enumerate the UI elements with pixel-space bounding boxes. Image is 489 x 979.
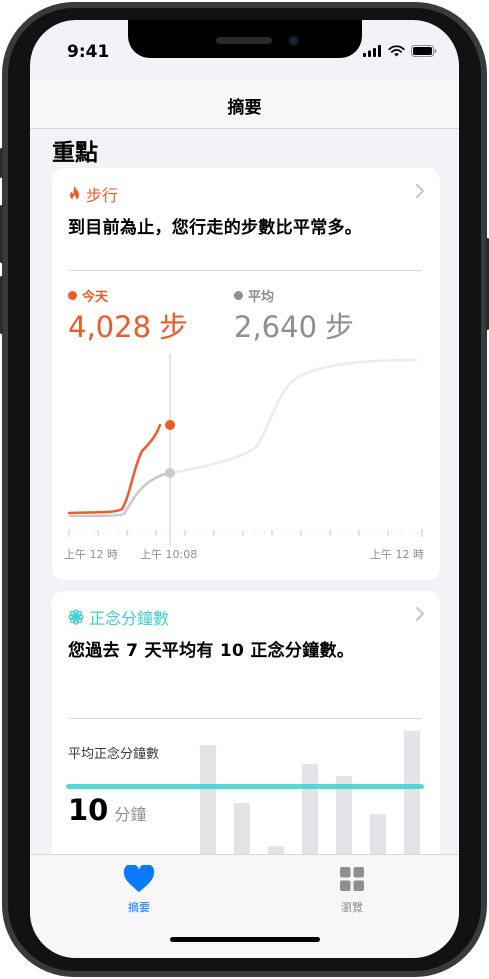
volume-up-button xyxy=(0,205,3,263)
average-dot xyxy=(234,291,243,300)
today-legend-label: 今天 xyxy=(82,290,109,305)
steps-divider xyxy=(68,270,422,271)
average-future-line xyxy=(169,358,418,475)
chevron-right-icon[interactable] xyxy=(416,184,424,198)
notch xyxy=(128,20,362,58)
average-legend-label: 平均 xyxy=(248,290,275,305)
chevron-right-icon[interactable] xyxy=(416,607,424,621)
flower-icon xyxy=(68,609,84,625)
mindful-average-label: 平均正念分鐘數 xyxy=(68,747,160,762)
today-point xyxy=(165,420,175,430)
average-steps-number: 2,640 xyxy=(234,310,318,344)
volume-down-button xyxy=(0,276,3,334)
mindful-category-label: 正念分鐘數 xyxy=(89,609,170,628)
steps-message: 到目前為止，您行走的步數比平常多。 xyxy=(68,218,363,238)
today-value: 4,028 步 xyxy=(68,304,188,346)
home-indicator[interactable] xyxy=(170,937,320,942)
today-legend: 今天 xyxy=(68,286,108,305)
x-label-now: 上午 10:08 xyxy=(140,548,198,561)
speaker-grille xyxy=(216,37,272,44)
status-time: 9:41 xyxy=(67,42,110,62)
average-line xyxy=(66,784,424,789)
highlights-title: 重點 xyxy=(52,140,98,166)
signal-icon xyxy=(363,45,381,57)
x-label-start: 上午 12 時 xyxy=(64,548,118,561)
average-point xyxy=(165,468,175,478)
screen: 9:41 摘要 重點 步行 到目前為止，您行走的步數比平常多。 今天 4,028… xyxy=(30,20,459,958)
steps-card-header: 步行 xyxy=(68,182,118,206)
x-label-end: 上午 12 時 xyxy=(370,548,424,561)
wifi-icon xyxy=(388,45,405,57)
today-dot xyxy=(68,291,77,300)
flame-icon xyxy=(70,186,79,201)
grid-icon xyxy=(340,867,364,891)
mindful-average-unit: 分鐘 xyxy=(114,805,147,824)
silent-switch xyxy=(0,148,3,178)
average-steps-unit: 步 xyxy=(325,310,355,344)
tab-summary-label: 摘要 xyxy=(128,901,150,914)
tab-bar: 摘要 瀏覽 xyxy=(30,854,459,958)
steps-category-label: 步行 xyxy=(86,186,119,205)
front-camera xyxy=(288,35,299,46)
chart-ticks xyxy=(68,529,423,537)
tab-browse[interactable]: 瀏覽 xyxy=(312,865,392,915)
steps-highlight-card[interactable]: 步行 到目前為止，您行走的步數比平常多。 今天 4,028 步 平均 2,640… xyxy=(52,168,440,580)
today-steps-line xyxy=(67,423,162,515)
heart-icon xyxy=(123,863,155,892)
nav-title: 摘要 xyxy=(227,98,262,118)
average-value: 2,640 步 xyxy=(234,304,354,346)
mindful-divider xyxy=(68,718,422,719)
mindful-average-number: 10 xyxy=(68,793,109,827)
status-icons xyxy=(363,45,437,57)
mindful-message: 您過去 7 天平均有 10 正念分鐘數。 xyxy=(68,641,355,661)
average-legend: 平均 xyxy=(234,286,274,305)
tab-summary[interactable]: 摘要 xyxy=(99,863,179,915)
navigation-bar: 摘要 xyxy=(30,80,459,129)
today-steps-number: 4,028 xyxy=(68,310,152,344)
today-steps-unit: 步 xyxy=(159,310,189,344)
mindful-average-value: 10 分鐘 xyxy=(68,793,146,827)
tab-browse-label: 瀏覽 xyxy=(341,901,363,914)
steps-chart xyxy=(67,354,423,546)
battery-icon xyxy=(411,45,437,57)
mindful-card-header: 正念分鐘數 xyxy=(68,605,169,629)
